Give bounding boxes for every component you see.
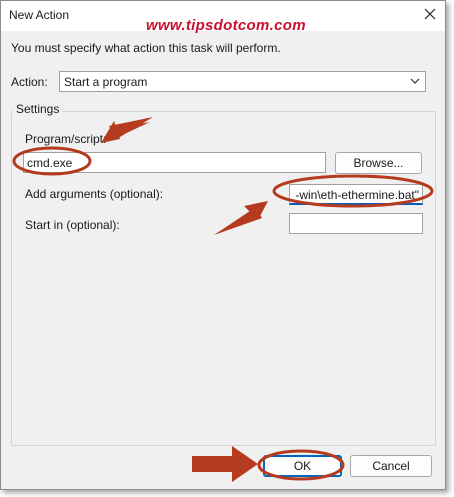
chevron-down-icon — [410, 78, 420, 84]
action-label: Action: — [11, 75, 48, 89]
arguments-value: -win\eth-ethermine.bat" — [295, 188, 419, 202]
dialog-title: New Action — [9, 8, 70, 22]
program-script-input[interactable]: cmd.exe — [23, 152, 326, 173]
arguments-input[interactable]: -win\eth-ethermine.bat" — [289, 184, 423, 205]
settings-group-label: Settings — [13, 102, 63, 116]
action-select[interactable]: Start a program — [59, 71, 426, 92]
start-in-input[interactable] — [289, 213, 423, 234]
new-action-dialog: New Action You must specify what action … — [0, 0, 446, 490]
arguments-label: Add arguments (optional): — [25, 187, 164, 201]
action-selected-value: Start a program — [64, 75, 148, 89]
start-in-label: Start in (optional): — [25, 218, 120, 232]
browse-button[interactable]: Browse... — [335, 152, 422, 174]
watermark-text: www.tipsdotcom.com — [146, 17, 306, 34]
cancel-button[interactable]: Cancel — [350, 455, 432, 477]
program-script-value: cmd.exe — [27, 156, 73, 170]
close-icon[interactable] — [421, 5, 439, 23]
instruction-text: You must specify what action this task w… — [11, 41, 281, 55]
program-script-label: Program/script: — [25, 132, 107, 146]
ok-button[interactable]: OK — [263, 455, 342, 477]
